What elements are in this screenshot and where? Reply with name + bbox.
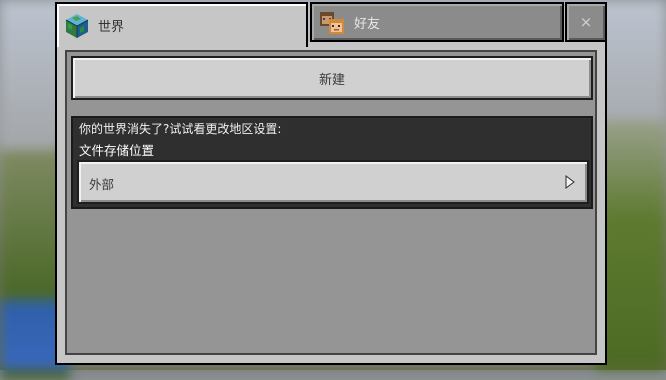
missing-world-info: 你的世界消失了?试试看更改地区设置: 文件存储位置 外部 [71, 116, 593, 209]
storage-location-value: 外部 [89, 177, 115, 192]
globe-block-icon [65, 13, 89, 38]
close-button[interactable]: × [565, 2, 607, 42]
storage-location-button[interactable]: 外部 [77, 160, 589, 204]
tab-worlds[interactable]: 世界 [55, 2, 308, 47]
friends-icon [320, 12, 344, 34]
tab-worlds-label: 世界 [98, 20, 125, 35]
missing-world-message: 你的世界消失了?试试看更改地区设置: [79, 122, 282, 136]
tab-friends-label: 好友 [354, 16, 381, 32]
new-world-button[interactable]: 新建 [71, 56, 593, 100]
file-storage-location-label: 文件存储位置 [79, 143, 155, 158]
close-icon: × [579, 13, 593, 31]
tab-friends[interactable]: 好友 [310, 2, 564, 42]
new-world-button-label: 新建 [318, 72, 345, 88]
worlds-list-area: 新建 你的世界消失了?试试看更改地区设置: 文件存储位置 外部 [65, 50, 597, 355]
worlds-panel: 新建 你的世界消失了?试试看更改地区设置: 文件存储位置 外部 [55, 42, 607, 365]
chevron-right-icon [565, 175, 575, 189]
